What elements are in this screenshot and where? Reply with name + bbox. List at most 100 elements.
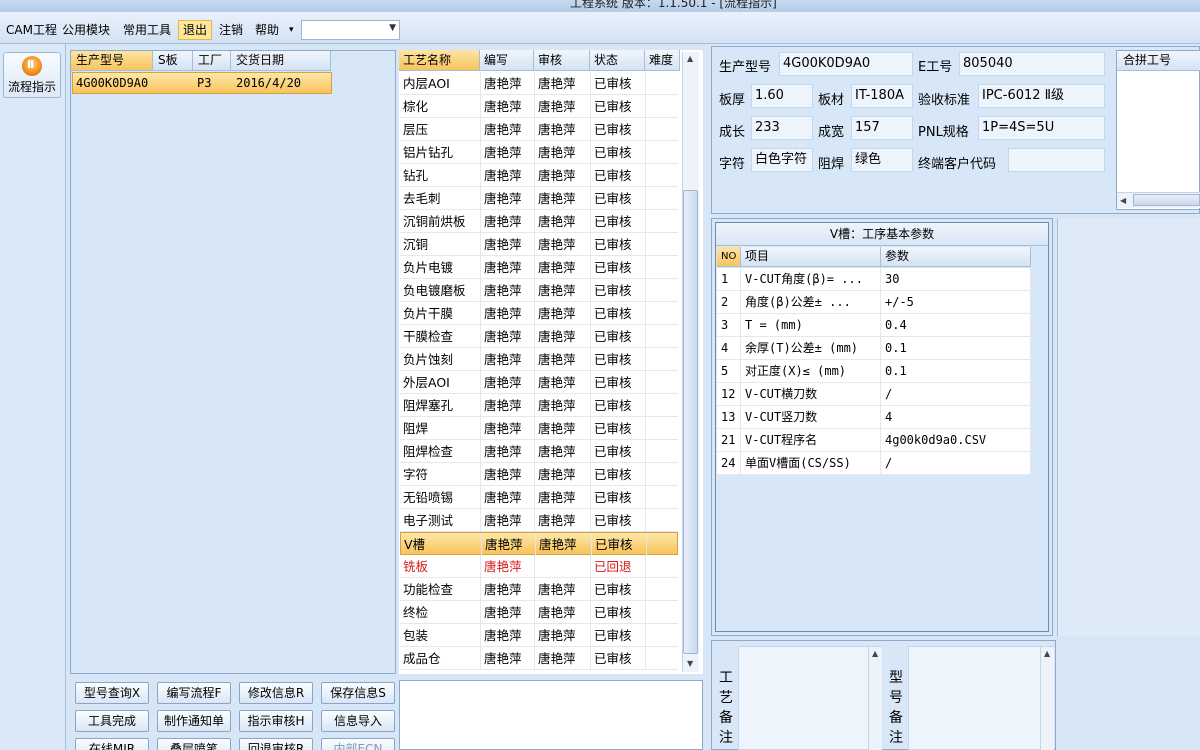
process-remark-scrollbar[interactable]: ▲ — [868, 647, 882, 750]
process-row[interactable]: 功能检查 唐艳萍 唐艳萍 已审核 — [400, 578, 678, 601]
process-row[interactable]: 负片蚀刻 唐艳萍 唐艳萍 已审核 — [400, 348, 678, 371]
mask-field[interactable]: 绿色 — [851, 148, 913, 172]
scroll-up-icon[interactable]: ▲ — [872, 649, 878, 658]
menu-cam[interactable]: CAM工程 — [2, 20, 61, 40]
menu-exit[interactable]: 退出 — [178, 20, 213, 40]
chevron-down-icon[interactable]: ▼ — [389, 23, 396, 33]
scroll-up-icon[interactable]: ▲ — [1044, 649, 1050, 658]
process-row[interactable]: 阻焊检查 唐艳萍 唐艳萍 已审核 — [400, 440, 678, 463]
process-row[interactable]: 去毛刺 唐艳萍 唐艳萍 已审核 — [400, 187, 678, 210]
model-query-button[interactable]: 型号查询X — [75, 682, 149, 704]
process-row[interactable]: 层压 唐艳萍 唐艳萍 已审核 — [400, 118, 678, 141]
param-row[interactable]: 1 V-CUT角度(β)= ... 30 — [717, 268, 1031, 291]
menu-common-modules[interactable]: 公用模块 — [58, 20, 114, 40]
col-difficulty[interactable]: 难度 — [645, 50, 680, 71]
process-row[interactable]: 成品仓 唐艳萍 唐艳萍 已审核 — [400, 647, 678, 670]
process-row[interactable]: 沉铜 唐艳萍 唐艳萍 已审核 — [400, 233, 678, 256]
menu-tools[interactable]: 常用工具 — [119, 20, 175, 40]
process-row[interactable]: 铝片钻孔 唐艳萍 唐艳萍 已审核 — [400, 141, 678, 164]
col-s-board[interactable]: S板 — [153, 51, 193, 71]
info-import-button[interactable]: 信息导入 — [321, 710, 395, 732]
stack-spray-button[interactable]: 叠层喷笔 — [157, 738, 231, 750]
instruction-review-button[interactable]: 指示审核H — [239, 710, 313, 732]
process-remark-field[interactable] — [738, 646, 882, 750]
process-row[interactable]: 包装 唐艳萍 唐艳萍 已审核 — [400, 624, 678, 647]
process-row[interactable]: 铣板 唐艳萍 已回退 — [400, 555, 678, 578]
process-row[interactable]: 干膜检查 唐艳萍 唐艳萍 已审核 — [400, 325, 678, 348]
process-row[interactable]: 无铅喷锡 唐艳萍 唐艳萍 已审核 — [400, 486, 678, 509]
param-row[interactable]: 5 对正度(X)≤ (mm) 0.1 — [717, 360, 1031, 383]
col-no[interactable]: NO — [717, 247, 741, 267]
param-row[interactable]: 13 V-CUT竖刀数 4 — [717, 406, 1031, 429]
model-row[interactable]: 4G00K0D9A0 P3 2016/4/20 — [72, 72, 332, 94]
param-row[interactable]: 21 V-CUT程序名 4g00k0d9a0.CSV — [717, 429, 1031, 452]
process-note-box[interactable] — [399, 680, 703, 750]
save-info-button[interactable]: 保存信息S — [321, 682, 395, 704]
col-item[interactable]: 项目 — [741, 247, 881, 267]
width-field[interactable]: 157 — [851, 116, 913, 140]
char-field[interactable]: 白色字符 — [751, 148, 813, 172]
process-row[interactable]: 阻焊 唐艳萍 唐艳萍 已审核 — [400, 417, 678, 440]
help-dropdown-icon[interactable]: ▾ — [285, 20, 298, 40]
process-row[interactable]: 棕化 唐艳萍 唐艳萍 已审核 — [400, 95, 678, 118]
process-row[interactable]: 外层AOI 唐艳萍 唐艳萍 已审核 — [400, 371, 678, 394]
scroll-up-icon[interactable]: ▲ — [687, 54, 693, 63]
param-value-cell[interactable]: 0.4 — [881, 314, 1031, 336]
process-row[interactable]: 电子测试 唐艳萍 唐艳萍 已审核 — [400, 509, 678, 532]
process-scroll-thumb[interactable] — [683, 190, 698, 654]
process-row[interactable]: 负片电镀 唐艳萍 唐艳萍 已审核 — [400, 256, 678, 279]
process-row[interactable]: 负电镀磨板 唐艳萍 唐艳萍 已审核 — [400, 279, 678, 302]
merge-scroll-thumb[interactable] — [1133, 194, 1200, 206]
scroll-left-icon[interactable]: ◀ — [1120, 196, 1126, 205]
col-param[interactable]: 参数 — [881, 247, 1031, 267]
online-mir-button[interactable]: 在线MIR — [75, 738, 149, 750]
param-value-cell[interactable]: 4g00k0d9a0.CSV — [881, 429, 1031, 451]
process-row[interactable]: 字符 唐艳萍 唐艳萍 已审核 — [400, 463, 678, 486]
customer-code-field[interactable] — [1008, 148, 1105, 172]
internal-ecn-button[interactable]: 内部ECN — [321, 738, 395, 750]
col-process-name[interactable]: 工艺名称 — [399, 50, 480, 71]
standard-field[interactable]: IPC-6012 Ⅱ级 — [978, 84, 1105, 108]
process-row[interactable]: 沉铜前烘板 唐艳萍 唐艳萍 已审核 — [400, 210, 678, 233]
process-row[interactable]: 阻焊塞孔 唐艳萍 唐艳萍 已审核 — [400, 394, 678, 417]
model-field[interactable]: 4G00K0D9A0 — [779, 52, 913, 76]
process-row[interactable]: V槽 唐艳萍 唐艳萍 已审核 — [400, 532, 678, 555]
col-reviewer[interactable]: 审核 — [534, 50, 590, 71]
param-value-cell[interactable]: 4 — [881, 406, 1031, 428]
param-row[interactable]: 4 余厚(T)公差± (mm) 0.1 — [717, 337, 1031, 360]
col-delivery-date[interactable]: 交货日期 — [231, 51, 331, 71]
make-notice-button[interactable]: 制作通知单 — [157, 710, 231, 732]
model-remark-scrollbar[interactable]: ▲ — [1040, 647, 1054, 750]
pnl-field[interactable]: 1P=4S=5U — [978, 116, 1105, 140]
param-value-cell[interactable]: 0.1 — [881, 360, 1031, 382]
param-value-cell[interactable]: / — [881, 383, 1031, 405]
tool-complete-button[interactable]: 工具完成 — [75, 710, 149, 732]
thickness-field[interactable]: 1.60 — [751, 84, 813, 108]
process-row[interactable]: 终检 唐艳萍 唐艳萍 已审核 — [400, 601, 678, 624]
process-row[interactable]: 钻孔 唐艳萍 唐艳萍 已审核 — [400, 164, 678, 187]
process-row[interactable]: 负片干膜 唐艳萍 唐艳萍 已审核 — [400, 302, 678, 325]
write-flow-button[interactable]: 编写流程F — [157, 682, 231, 704]
param-row[interactable]: 24 单面V槽面(CS/SS) / — [717, 452, 1031, 475]
modify-info-button[interactable]: 修改信息R — [239, 682, 313, 704]
eng-no-field[interactable]: 805040 — [959, 52, 1105, 76]
param-row[interactable]: 3T = (mm) 0.4 — [717, 314, 1031, 337]
process-row[interactable]: 内层AOI 唐艳萍 唐艳萍 已审核 — [400, 72, 678, 95]
param-value-cell[interactable]: 30 — [881, 268, 1031, 290]
menu-logout[interactable]: 注销 — [215, 20, 247, 40]
menu-combo-box[interactable]: ▼ — [301, 20, 400, 40]
col-writer[interactable]: 编写 — [480, 50, 534, 71]
col-status[interactable]: 状态 — [590, 50, 645, 71]
param-value-cell[interactable]: / — [881, 452, 1031, 474]
menu-help[interactable]: 帮助 — [251, 20, 283, 40]
material-field[interactable]: IT-180A — [851, 84, 913, 108]
merge-job-header[interactable]: 合拼工号 — [1117, 51, 1200, 71]
param-value-cell[interactable]: +/-5 — [881, 291, 1031, 313]
col-factory[interactable]: 工厂 — [193, 51, 231, 71]
model-remark-field[interactable] — [908, 646, 1054, 750]
rollback-review-button[interactable]: 回退审核R — [239, 738, 313, 750]
flow-instruction-button[interactable]: 流程指示 — [3, 52, 61, 98]
param-row[interactable]: 12 V-CUT横刀数 / — [717, 383, 1031, 406]
scroll-down-icon[interactable]: ▼ — [687, 659, 693, 668]
length-field[interactable]: 233 — [751, 116, 813, 140]
